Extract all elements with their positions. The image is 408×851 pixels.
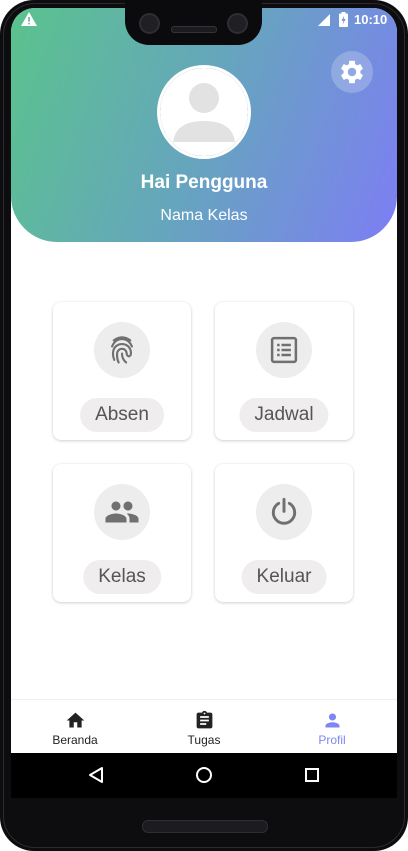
camera-lens xyxy=(139,13,160,34)
circle-home-icon xyxy=(196,767,212,783)
square-recents-icon xyxy=(305,768,319,782)
menu-card-kelas[interactable]: Kelas xyxy=(53,464,191,602)
card-label: Jadwal xyxy=(239,398,329,432)
nav-label: Profil xyxy=(318,733,346,747)
person-icon xyxy=(321,709,343,731)
status-time: 10:10 xyxy=(354,12,388,27)
app-screen: 10:10 Hai Pengguna Nama Kelas Absen Jadw… xyxy=(11,8,397,798)
gear-icon xyxy=(341,60,363,84)
phone-frame: 10:10 Hai Pengguna Nama Kelas Absen Jadw… xyxy=(0,0,408,851)
signal-icon xyxy=(318,14,330,26)
menu-card-jadwal[interactable]: Jadwal xyxy=(215,302,353,440)
menu-card-keluar[interactable]: Keluar xyxy=(215,464,353,602)
card-icon-circle xyxy=(94,322,150,378)
power-icon xyxy=(271,497,297,525)
android-navigation-bar xyxy=(11,753,397,798)
menu-card-absen[interactable]: Absen xyxy=(53,302,191,440)
card-label: Kelas xyxy=(83,560,161,594)
settings-button[interactable] xyxy=(331,51,373,93)
back-icon xyxy=(89,767,103,783)
home-icon xyxy=(64,709,86,731)
card-icon-circle xyxy=(256,322,312,378)
fingerprint-icon xyxy=(111,336,133,364)
list-icon xyxy=(270,336,298,364)
home-button[interactable] xyxy=(192,763,216,787)
class-name-text: Nama Kelas xyxy=(160,207,248,224)
nav-item-beranda[interactable]: Beranda xyxy=(11,700,139,754)
nav-label: Beranda xyxy=(52,733,98,747)
camera-lens xyxy=(227,13,248,34)
back-button[interactable] xyxy=(84,763,108,787)
camera-notch xyxy=(125,0,262,45)
recents-button[interactable] xyxy=(300,763,324,787)
card-icon-circle xyxy=(94,484,150,540)
card-label: Absen xyxy=(80,398,164,432)
clipboard-icon xyxy=(193,709,215,731)
nav-item-tugas[interactable]: Tugas xyxy=(140,700,268,754)
people-icon xyxy=(105,501,139,523)
earpiece-speaker xyxy=(171,26,217,33)
person-icon xyxy=(160,68,248,156)
card-label: Keluar xyxy=(241,560,327,594)
card-icon-circle xyxy=(256,484,312,540)
nav-label: Tugas xyxy=(187,733,221,747)
warning-icon xyxy=(21,12,37,26)
bottom-speaker xyxy=(142,820,268,833)
nav-item-profil[interactable]: Profil xyxy=(268,700,396,754)
battery-icon xyxy=(339,12,348,27)
greeting-text: Hai Pengguna xyxy=(140,172,268,193)
avatar xyxy=(157,65,251,159)
bottom-navigation: Beranda Tugas Profil xyxy=(11,699,397,754)
